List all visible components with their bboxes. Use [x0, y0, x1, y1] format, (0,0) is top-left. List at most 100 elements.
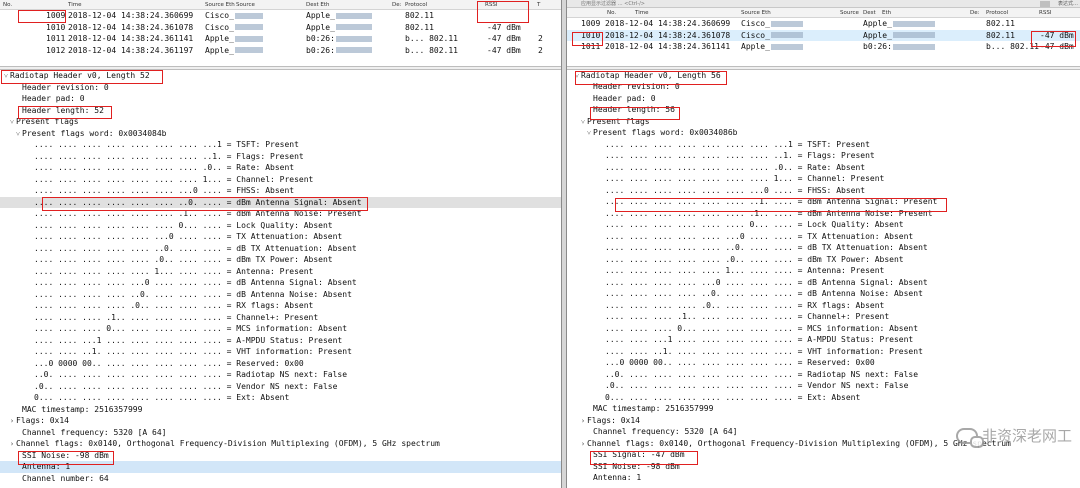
col-rssi[interactable]: RSSI	[485, 2, 497, 9]
col-de[interactable]: De:	[392, 2, 401, 9]
tree-node[interactable]: .... .... .... .... .... .... .1.. .... …	[567, 208, 1080, 220]
col-de[interactable]: De:	[970, 10, 979, 17]
tree-node[interactable]: .0.. .... .... .... .... .... .... .... …	[567, 380, 1080, 392]
expression-button[interactable]: 表达式…	[1058, 0, 1078, 8]
tree-node[interactable]: .... .... .... .... .0.. .... .... .... …	[0, 300, 561, 312]
tree-node[interactable]: ...0 0000 00.. .... .... .... .... .... …	[0, 358, 561, 370]
tree-node[interactable]: Header pad: 0	[567, 93, 1080, 105]
display-filter-input[interactable]: 应用显示过滤器 … <Ctrl-/>	[581, 0, 645, 8]
tree-node[interactable]: .... .... .... .... .... .0.. .... .... …	[567, 254, 1080, 266]
tree-node[interactable]: .... .... .... .... .... .... .... ..1. …	[0, 151, 561, 163]
tree-node[interactable]: .... .... .... .... .... .... .... ...1 …	[567, 139, 1080, 151]
tree-node[interactable]: .... .... .... .... .... ...0 .... .... …	[567, 231, 1080, 243]
col-no[interactable]: No.	[607, 10, 616, 17]
tree-node[interactable]: .... .... .... .... .... .... ..0. .... …	[0, 196, 561, 208]
tree-node[interactable]: .... .... .... .... .... ...0 .... .... …	[0, 231, 561, 243]
filter-bookmark-icon[interactable]	[1040, 1, 1050, 7]
col-source[interactable]: Source	[840, 10, 859, 17]
tree-node[interactable]: .... .... .... .... .... .... 0... .... …	[0, 220, 561, 232]
tree-node[interactable]: .... .... .... .... .... .... .... ..1. …	[567, 150, 1080, 162]
tree-node[interactable]: › Channel flags: 0x0140, Orthogonal Frequ…	[0, 438, 561, 450]
tree-node-label: SSI Noise: -98 dBm	[593, 461, 680, 471]
tree-node[interactable]: ..0. .... .... .... .... .... .... .... …	[567, 369, 1080, 381]
tree-node[interactable]: .... .... .... 0... .... .... .... .... …	[0, 323, 561, 335]
tree-node[interactable]: ˅ Present flags	[567, 116, 1080, 128]
tree-node[interactable]: .... .... .... .... .... ..0. .... .... …	[567, 242, 1080, 254]
tree-node[interactable]: .... .... .... .... .... .... .1.. .... …	[0, 208, 561, 220]
col-rssi[interactable]: RSSI	[1039, 10, 1051, 17]
tree-node[interactable]: .... .... .... .1.. .... .... .... .... …	[567, 311, 1080, 323]
tree-node[interactable]: .... .... .... .... .... ..0. .... .... …	[0, 243, 561, 255]
packet-row[interactable]: 1011 2018-12-04 14:38:24.361141 Apple_ b0:2…	[567, 41, 1080, 53]
col-time[interactable]: Time	[68, 2, 81, 9]
tree-node[interactable]: .... .... .... .... ..0. .... .... .... …	[567, 288, 1080, 300]
tree-node[interactable]: .... .... ..1. .... .... .... .... .... …	[567, 346, 1080, 358]
tree-node[interactable]: .... .... .... .... .... 1... .... .... …	[0, 266, 561, 278]
tree-node[interactable]: ˅ Present flags word: 0x0034086b	[567, 127, 1080, 139]
tree-node[interactable]: 0... .... .... .... .... .... .... .... …	[0, 392, 561, 404]
col-dest[interactable]: Dest	[863, 10, 876, 17]
tree-node[interactable]: Header pad: 0	[0, 93, 561, 105]
col-no[interactable]: No.	[3, 2, 12, 9]
tree-node[interactable]: .... .... .... .... ...0 .... .... .... …	[567, 277, 1080, 289]
col-source-eth[interactable]: Source Eth	[741, 10, 771, 17]
tree-node[interactable]: .... .... .... .... .... .... .... .0.. …	[0, 162, 561, 174]
tree-node[interactable]: MAC timestamp: 2516357999	[567, 403, 1080, 415]
tree-node[interactable]: .... .... .... .... .0.. .... .... .... …	[567, 300, 1080, 312]
tree-node[interactable]: .... .... ..1. .... .... .... .... .... …	[0, 346, 561, 358]
tree-node[interactable]: › Flags: 0x14	[0, 415, 561, 427]
packet-row[interactable]: 1009 2018-12-04 14:38:24.360699 Cisco_ Appl…	[0, 10, 561, 22]
tree-node[interactable]: Header length: 56	[567, 104, 1080, 116]
tree-node[interactable]: .... .... .... .... .... .... ...0 .... …	[0, 185, 561, 197]
tree-node[interactable]: ...0 0000 00.. .... .... .... .... .... …	[567, 357, 1080, 369]
tree-node[interactable]: Header revision: 0	[0, 82, 561, 94]
col-eth[interactable]: Eth	[882, 10, 891, 17]
packet-row[interactable]: 1012 2018-12-04 14:38:24.361197 Apple_ b0:2…	[0, 45, 561, 57]
tree-node[interactable]: .... .... .... .... .... 1... .... .... …	[567, 265, 1080, 277]
packet-src-text: Cisco_	[741, 30, 770, 40]
tree-node[interactable]: .... .... .... .... .... .... ..1. .... …	[567, 196, 1080, 208]
col-protocol[interactable]: Protocol	[405, 2, 427, 9]
tree-node[interactable]: .... .... .... .1.. .... .... .... .... …	[0, 312, 561, 324]
tree-node[interactable]: Header revision: 0	[567, 81, 1080, 93]
tree-node[interactable]: .... .... .... .... ...0 .... .... .... …	[0, 277, 561, 289]
col-protocol[interactable]: Protocol	[986, 10, 1008, 17]
display-filter-bar[interactable]: 应用显示过滤器 … <Ctrl-/> 表达式…	[567, 0, 1080, 8]
tree-node[interactable]: Antenna: 1	[0, 461, 561, 473]
packet-row[interactable]: 1010 2018-12-04 14:38:24.361078 Cisco_ Appl…	[567, 29, 1080, 41]
tree-node[interactable]: .... .... .... .... .... .... .... .0.. …	[567, 162, 1080, 174]
col-dest-eth[interactable]: Dest Eth	[306, 2, 330, 9]
tree-node[interactable]: .... .... ...1 .... .... .... .... .... …	[567, 334, 1080, 346]
tree-node[interactable]: 0... .... .... .... .... .... .... .... …	[567, 392, 1080, 404]
col-time[interactable]: Time	[635, 10, 648, 17]
tree-node[interactable]: Header length: 52	[0, 105, 561, 117]
tree-node[interactable]: .... .... .... .... .... .... .... ...1 …	[0, 139, 561, 151]
tree-node[interactable]: .... .... .... .... .... .0.. .... .... …	[0, 254, 561, 266]
tree-node[interactable]: .... .... .... .... .... .... .... 1... …	[0, 174, 561, 186]
tree-node[interactable]: ˅ Radiotap Header v0, Length 52	[0, 70, 561, 82]
tree-node[interactable]: .... .... .... .... .... .... ...0 .... …	[567, 185, 1080, 197]
tree-node[interactable]: SSI Noise: -98 dBm	[0, 450, 561, 462]
tree-node[interactable]: SSI Signal: -47 dBm	[567, 449, 1080, 461]
col-source-eth[interactable]: Source Eth	[205, 2, 235, 9]
packet-row[interactable]: 1010 2018-12-04 14:38:24.361078 Cisco_ Appl…	[0, 22, 561, 34]
tree-node[interactable]: .... .... ...1 .... .... .... .... .... …	[0, 335, 561, 347]
packet-row[interactable]: 1011 2018-12-04 14:38:24.361141 Apple_ b0:2…	[0, 33, 561, 45]
tree-node[interactable]: ˅ Present flags	[0, 116, 561, 128]
tree-node[interactable]: ˅ Radiotap Header v0, Length 56	[567, 70, 1080, 82]
tree-node[interactable]: .0.. .... .... .... .... .... .... .... …	[0, 381, 561, 393]
tree-node[interactable]: Channel frequency: 5320 [A 64]	[0, 427, 561, 439]
packet-row[interactable]: 1009 2018-12-04 14:38:24.360699 Cisco_ Appl…	[567, 18, 1080, 30]
col-t[interactable]: T	[537, 2, 540, 9]
tree-node[interactable]: .... .... .... .... .... .... .... 1... …	[567, 173, 1080, 185]
tree-node[interactable]: ..0. .... .... .... .... .... .... .... …	[0, 369, 561, 381]
tree-node[interactable]: Channel number: 64	[0, 473, 561, 485]
tree-node[interactable]: SSI Noise: -98 dBm	[567, 461, 1080, 473]
tree-node[interactable]: .... .... .... .... ..0. .... .... .... …	[0, 289, 561, 301]
tree-node[interactable]: MAC timestamp: 2516357999	[0, 404, 561, 416]
tree-node[interactable]: .... .... .... .... .... .... 0... .... …	[567, 219, 1080, 231]
tree-node[interactable]: .... .... .... 0... .... .... .... .... …	[567, 323, 1080, 335]
tree-node[interactable]: Antenna: 1	[567, 472, 1080, 484]
col-source[interactable]: Source	[236, 2, 255, 9]
tree-node[interactable]: ˅ Present flags word: 0x0034084b	[0, 128, 561, 140]
